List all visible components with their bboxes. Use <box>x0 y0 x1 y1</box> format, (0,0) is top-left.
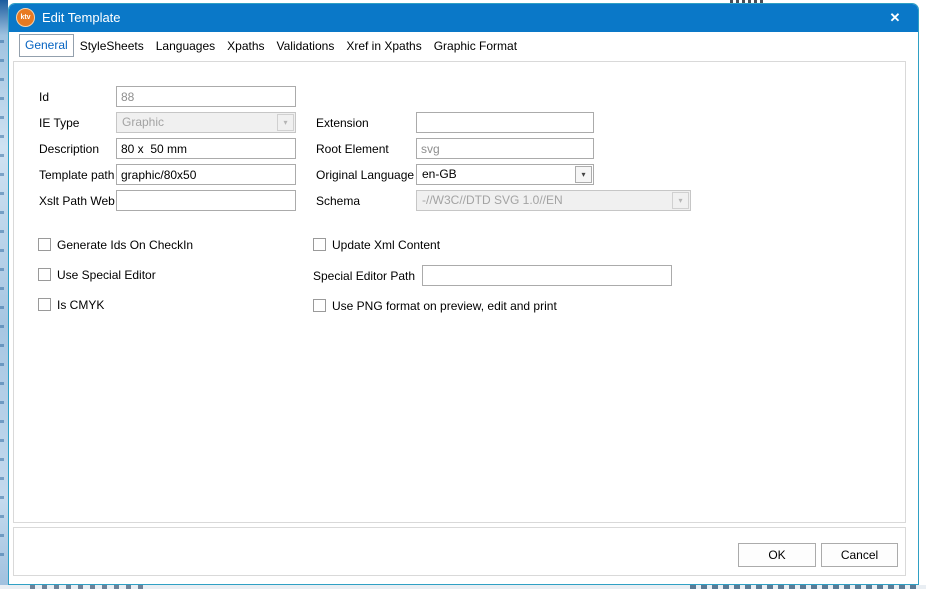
template-path-label: Template path <box>39 165 114 185</box>
xslt-path-web-field[interactable] <box>116 190 296 211</box>
description-field[interactable] <box>116 138 296 159</box>
use-special-editor-label: Use Special Editor <box>57 268 156 282</box>
tab-general[interactable]: General <box>19 34 74 57</box>
background-artifact-bottom-left <box>30 585 150 589</box>
is-cmyk-label: Is CMYK <box>57 298 104 312</box>
description-label: Description <box>39 139 99 159</box>
schema-dropdown-button: ▾ <box>672 192 689 209</box>
update-xml-label: Update Xml Content <box>332 238 440 252</box>
close-icon[interactable]: ✕ <box>880 4 910 32</box>
ie-type-dropdown-button: ▾ <box>277 114 294 131</box>
root-element-field[interactable] <box>416 138 594 159</box>
id-label: Id <box>39 87 49 107</box>
chevron-down-icon: ▾ <box>576 167 591 183</box>
update-xml-checkbox[interactable] <box>313 238 326 251</box>
tab-stylesheets[interactable]: StyleSheets <box>74 36 150 57</box>
chevron-down-icon: ▾ <box>673 193 688 209</box>
schema-value: -//W3C//DTD SVG 1.0//EN <box>422 191 563 210</box>
is-cmyk-checkbox[interactable] <box>38 298 51 311</box>
tab-languages[interactable]: Languages <box>150 36 221 57</box>
special-editor-path-label: Special Editor Path <box>313 266 415 286</box>
background-artifact-left <box>0 0 8 589</box>
tab-strip: General StyleSheets Languages Xpaths Val… <box>19 34 523 57</box>
cancel-button[interactable]: Cancel <box>821 543 898 567</box>
original-language-label: Original Language <box>316 165 414 185</box>
root-element-label: Root Element <box>316 139 389 159</box>
background-artifact-bottom-right <box>690 585 920 589</box>
title-bar[interactable]: ktv Edit Template ✕ <box>9 4 918 32</box>
window-title: Edit Template <box>42 4 121 32</box>
use-special-editor-checkbox[interactable] <box>38 268 51 281</box>
original-language-value: en-GB <box>422 165 457 184</box>
schema-label: Schema <box>316 191 360 211</box>
app-icon: ktv <box>16 8 35 27</box>
original-language-dropdown-button[interactable]: ▾ <box>575 166 592 183</box>
id-field <box>116 86 296 107</box>
generate-ids-label: Generate Ids On CheckIn <box>57 238 193 252</box>
ie-type-value: Graphic <box>122 113 164 132</box>
template-path-field[interactable] <box>116 164 296 185</box>
original-language-combobox[interactable]: en-GB ▾ <box>416 164 594 185</box>
extension-field[interactable] <box>416 112 594 133</box>
tab-xref-in-xpaths[interactable]: Xref in Xpaths <box>340 36 427 57</box>
special-editor-path-field[interactable] <box>422 265 672 286</box>
ie-type-combobox: Graphic ▾ <box>116 112 296 133</box>
generate-ids-checkbox[interactable] <box>38 238 51 251</box>
schema-combobox: -//W3C//DTD SVG 1.0//EN ▾ <box>416 190 691 211</box>
use-png-label: Use PNG format on preview, edit and prin… <box>332 299 557 313</box>
ok-button[interactable]: OK <box>738 543 816 567</box>
xslt-path-web-label: Xslt Path Web <box>39 191 115 211</box>
use-png-checkbox[interactable] <box>313 299 326 312</box>
tab-xpaths[interactable]: Xpaths <box>221 36 270 57</box>
tab-graphic-format[interactable]: Graphic Format <box>428 36 523 57</box>
edit-template-dialog: ktv Edit Template ✕ General StyleSheets … <box>8 3 919 585</box>
chevron-down-icon: ▾ <box>278 115 293 131</box>
tab-validations[interactable]: Validations <box>271 36 341 57</box>
extension-label: Extension <box>316 113 369 133</box>
ie-type-label: IE Type <box>39 113 79 133</box>
